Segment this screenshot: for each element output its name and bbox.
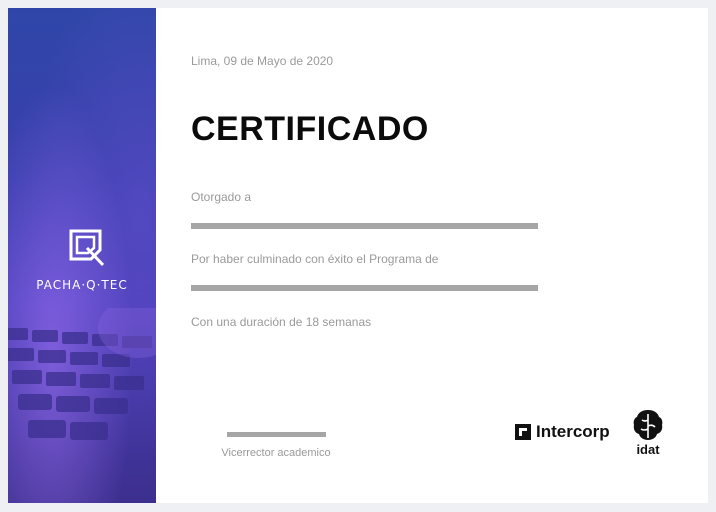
intercorp-logo-text: Intercorp (536, 422, 610, 441)
issue-date: Lima, 09 de Mayo de 2020 (191, 54, 334, 68)
signature-label: Vicerrector academico (221, 447, 331, 459)
recipient-name-placeholder (191, 223, 538, 229)
program-label: Por haber culminado con éxito el Program… (191, 252, 439, 266)
brand-name: PACHA·Q·TEC (36, 278, 128, 292)
duration-label: Con una duración de 18 semanas (191, 315, 372, 329)
idat-logo-text: idat (636, 442, 660, 457)
intercorp-logo-icon (515, 424, 531, 440)
idat-brain-icon (633, 410, 663, 440)
keyboard-background-image (8, 308, 156, 440)
program-name-placeholder (191, 285, 538, 291)
certificate-sheet: PACHA·Q·TEC Lima, 09 de Mayo de 2020 CER… (8, 8, 708, 503)
certificate-title: CERTIFICADO (191, 110, 429, 148)
sidebar-banner: PACHA·Q·TEC (8, 8, 156, 503)
awarded-label: Otorgado a (191, 190, 252, 204)
pachaqtec-logo-icon (69, 229, 105, 267)
signature-line (227, 432, 326, 437)
